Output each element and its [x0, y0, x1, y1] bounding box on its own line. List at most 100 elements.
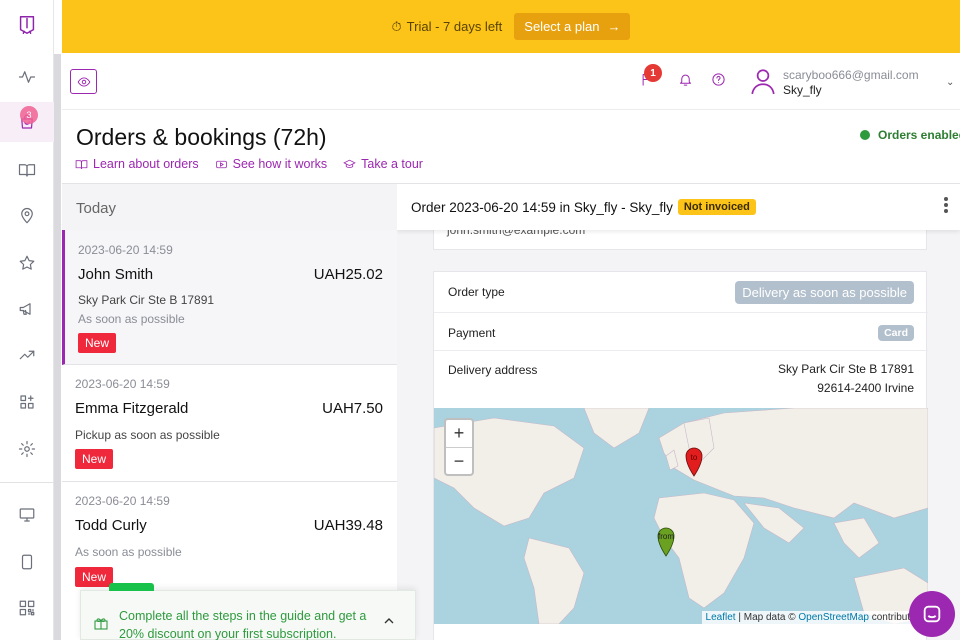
order-card[interactable]: 2023-06-20 14:59 Emma Fitzgerald UAH7.50… — [62, 365, 397, 482]
order-amount: UAH25.02 — [313, 266, 383, 283]
flag-count-badge: 1 — [644, 64, 662, 82]
rail-desktop[interactable] — [0, 495, 54, 535]
trial-text: Trial - 7 days left — [406, 19, 503, 34]
star-icon — [19, 255, 35, 270]
osm-link[interactable]: OpenStreetMap — [798, 612, 869, 623]
arrow-right-icon: → — [607, 19, 621, 34]
payment-pill: Card — [878, 325, 914, 341]
smartphone-icon — [21, 554, 33, 570]
destination-marker-label: to — [691, 453, 698, 462]
delivery-address-value: Sky Park Cir Ste B 17891 92614-2400 Irvi… — [777, 362, 914, 395]
activity-icon — [18, 71, 36, 83]
order-type-pill: Delivery as soon as possible — [735, 281, 914, 304]
map-tiles: to from — [434, 408, 928, 624]
origin-marker-label: from — [658, 532, 674, 541]
rail-analytics[interactable] — [0, 335, 54, 375]
user-icon — [751, 69, 775, 95]
more-options-icon[interactable] — [944, 197, 948, 215]
guide-text: Complete all the steps in the guide and … — [119, 609, 367, 640]
order-timing: As soon as possible — [75, 545, 182, 559]
book-icon — [18, 164, 36, 177]
timer-icon: ⏱ — [391, 18, 402, 34]
chevron-up-icon[interactable] — [381, 613, 397, 634]
help-button[interactable] — [711, 72, 729, 90]
help-circle-icon — [712, 73, 725, 86]
user-avatar[interactable] — [750, 67, 776, 100]
eye-icon — [77, 76, 90, 87]
new-badge: New — [75, 449, 114, 469]
rail-orders[interactable]: 3 — [0, 102, 54, 142]
invoice-status-badge: Not invoiced — [677, 199, 756, 215]
gear-icon — [18, 440, 36, 458]
learn-about-orders-link[interactable]: Learn about orders — [75, 157, 199, 171]
status-dot-icon — [860, 130, 870, 140]
sidebar-scrollbar[interactable] — [54, 54, 61, 640]
rail-divider — [0, 482, 54, 483]
rail-locations[interactable] — [0, 196, 54, 236]
order-time: 2023-06-20 14:59 — [75, 494, 170, 508]
rail-qr[interactable] — [0, 588, 54, 628]
delivery-address-label: Delivery address — [448, 363, 538, 377]
new-badge: New — [75, 567, 114, 587]
order-detail-title: Order 2023-06-20 14:59 in Sky_fly - Sky_… — [411, 199, 673, 215]
gift-icon — [93, 615, 109, 636]
see-how-it-works-link[interactable]: See how it works — [215, 157, 327, 171]
logo-icon[interactable] — [0, 5, 54, 45]
guide-progress-tab — [109, 583, 154, 591]
order-time: 2023-06-20 14:59 — [75, 377, 170, 391]
chat-icon — [923, 605, 941, 623]
top-header: 1 scaryboo666@gmail.com Sky_fly ⌄ — [62, 53, 960, 110]
rail-settings[interactable] — [0, 429, 54, 469]
order-amount: UAH39.48 — [313, 517, 383, 534]
order-time: 2023-06-20 14:59 — [78, 243, 173, 257]
new-badge: New — [78, 333, 117, 353]
order-customer: John Smith — [78, 266, 154, 283]
order-type-label: Order type — [448, 285, 505, 299]
order-customer: Emma Fitzgerald — [75, 400, 189, 417]
take-a-tour-link[interactable]: Take a tour — [343, 157, 423, 171]
rail-apps[interactable] — [0, 382, 54, 422]
orders-status[interactable]: Orders enabled — [860, 128, 960, 142]
chat-launcher-button[interactable] — [909, 591, 955, 637]
payment-row: Payment Card — [434, 313, 928, 351]
trending-up-icon — [19, 350, 35, 360]
guide-banner[interactable]: Complete all the steps in the guide and … — [80, 583, 416, 640]
sidebar-rail: 3 — [0, 0, 54, 640]
preview-button[interactable] — [70, 69, 97, 94]
origin-marker[interactable]: from — [657, 527, 675, 557]
rail-activity[interactable] — [0, 57, 54, 97]
zoom-in-button[interactable]: + — [446, 420, 472, 447]
orders-count-badge: 3 — [20, 106, 38, 124]
select-plan-label: Select a plan — [524, 19, 600, 34]
payment-label: Payment — [448, 326, 496, 340]
leaflet-link[interactable]: Leaflet — [706, 612, 736, 623]
apps-add-icon — [20, 395, 34, 409]
orders-list: Today 2023-06-20 14:59 John Smith UAH25.… — [62, 183, 397, 640]
order-type-row: Order type Delivery as soon as possible — [434, 272, 928, 313]
order-card[interactable]: 2023-06-20 14:59 John Smith UAH25.02 Sky… — [62, 230, 397, 365]
map-zoom-control: + − — [444, 418, 474, 476]
order-detail-header: Order 2023-06-20 14:59 in Sky_fly - Sky_… — [397, 184, 960, 230]
page-title: Orders & bookings (72h) — [76, 124, 327, 150]
rail-favorites[interactable] — [0, 243, 54, 283]
notifications-button[interactable] — [678, 72, 696, 90]
order-amount: UAH7.50 — [322, 400, 383, 417]
location-pin-icon — [21, 207, 33, 224]
rail-menu[interactable] — [0, 150, 54, 190]
order-detail-panel: Order 2023-06-20 14:59 in Sky_fly - Sky_… — [397, 183, 960, 640]
order-info-card: Order type Delivery as soon as possible … — [433, 271, 928, 640]
user-name: Sky_fly — [783, 83, 822, 97]
rail-mobile[interactable] — [0, 542, 54, 582]
qr-code-icon — [19, 600, 35, 616]
trial-banner: ⏱ Trial - 7 days left Select a plan → — [62, 0, 960, 53]
order-timing: Pickup as soon as possible — [75, 428, 220, 442]
book-icon — [75, 159, 88, 169]
delivery-address-row: Delivery address Sky Park Cir Ste B 1789… — [434, 351, 928, 408]
delivery-map[interactable]: to from + − Leaflet | Map data © OpenStr… — [434, 408, 928, 624]
zoom-out-button[interactable]: − — [446, 447, 472, 474]
rail-marketing[interactable] — [0, 289, 54, 329]
bell-icon — [680, 74, 691, 86]
user-menu-chevron-icon[interactable]: ⌄ — [946, 77, 954, 88]
select-plan-button[interactable]: Select a plan → — [514, 13, 631, 40]
order-timing: As soon as possible — [78, 312, 185, 326]
